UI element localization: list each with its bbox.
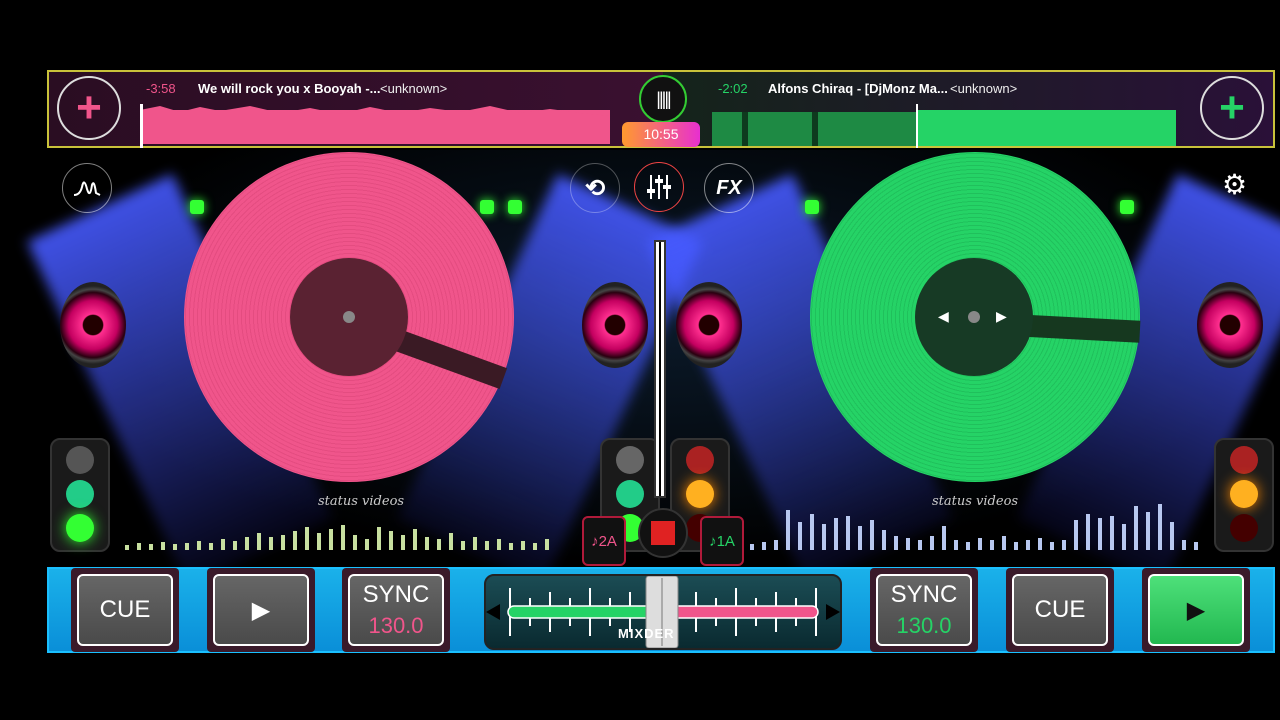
waveform-button[interactable] (62, 163, 112, 213)
deck-a-play-button[interactable]: ▶ (207, 568, 315, 652)
deck-b-play-button[interactable]: ▶ (1142, 568, 1250, 652)
chevron-right-icon[interactable]: ▶ (996, 308, 1007, 325)
deck-a-cue-button[interactable]: CUE (71, 568, 179, 652)
fx-label: FX (716, 176, 742, 199)
traffic-light (1214, 438, 1274, 552)
mixer-sliders-icon (647, 175, 671, 199)
deck-a-spectrum (125, 525, 549, 550)
crossfader-label: MIXDER (618, 626, 675, 641)
watermark-right: status videos (932, 494, 1019, 509)
deck-a-add-track-button[interactable]: + (57, 76, 121, 140)
bars-icon: ||||| (656, 88, 671, 109)
mixer-button[interactable] (634, 162, 684, 212)
play-icon: ▶ (1186, 596, 1206, 624)
settings-button[interactable]: ⚙ (1222, 170, 1252, 200)
record-button[interactable] (638, 508, 688, 558)
speaker (60, 282, 126, 368)
traffic-light (50, 438, 110, 552)
crossfader[interactable]: MIXDER (484, 574, 842, 650)
cue-label: CUE (99, 596, 151, 623)
fx-button[interactable]: FX (704, 163, 754, 213)
loop-icon: ⟲ (584, 174, 606, 202)
deck-b-cue-button[interactable]: CUE (1006, 568, 1114, 652)
stage-led (480, 200, 494, 214)
deck-a-artist: <unknown> (380, 81, 448, 96)
sync-label: SYNC (362, 581, 430, 608)
deck-a-bpm: 130.0 (368, 613, 424, 638)
sync-label: SYNC (890, 581, 958, 608)
plus-icon: + (76, 83, 102, 132)
pitch-slider[interactable] (654, 240, 666, 498)
clock-display: 10:55 (622, 122, 700, 147)
deck-a-sync-button[interactable]: SYNC 130.0 (342, 568, 450, 652)
deck-b-artist: <unknown> (950, 81, 1018, 96)
menu-button[interactable]: ||||| (639, 75, 687, 123)
plus-icon: + (1219, 83, 1245, 132)
loop-button[interactable]: ⟲ (570, 163, 620, 213)
chevron-left-icon[interactable]: ◀ (938, 308, 949, 325)
gear-icon: ⚙ (1222, 169, 1248, 200)
stage-led (1120, 200, 1134, 214)
deck-b-sync-button[interactable]: SYNC 130.0 (870, 568, 978, 652)
deck-b-track-title: Alfons Chiraq - [DjMonz Ma... (768, 81, 948, 96)
deck-a-time-remaining: -3:58 (146, 81, 176, 96)
speaker (582, 282, 648, 368)
deck-b-add-track-button[interactable]: + (1200, 76, 1264, 140)
deck-b-time-remaining: -2:02 (718, 81, 748, 96)
play-icon: ▶ (251, 596, 271, 624)
deck-a-spindle (343, 311, 355, 323)
deck-b-key-button[interactable]: ♪1A (700, 516, 744, 566)
speaker (676, 282, 742, 368)
cue-label: CUE (1034, 596, 1086, 623)
deck-a-track-title: We will rock you x Booyah -... (198, 81, 381, 96)
stage-led (805, 200, 819, 214)
deck-a-waveform[interactable] (140, 104, 610, 148)
deck-b-spindle (968, 311, 980, 323)
deck-b-bpm: 130.0 (896, 613, 952, 638)
watermark-left: status videos (318, 494, 405, 509)
waveform-icon (73, 181, 101, 196)
stage-led (508, 200, 522, 214)
record-icon (651, 521, 675, 545)
speaker (1197, 282, 1263, 368)
deck-b-waveform[interactable] (712, 104, 1176, 148)
stage-led (190, 200, 204, 214)
deck-a-key-button[interactable]: ♪2A (582, 516, 626, 566)
